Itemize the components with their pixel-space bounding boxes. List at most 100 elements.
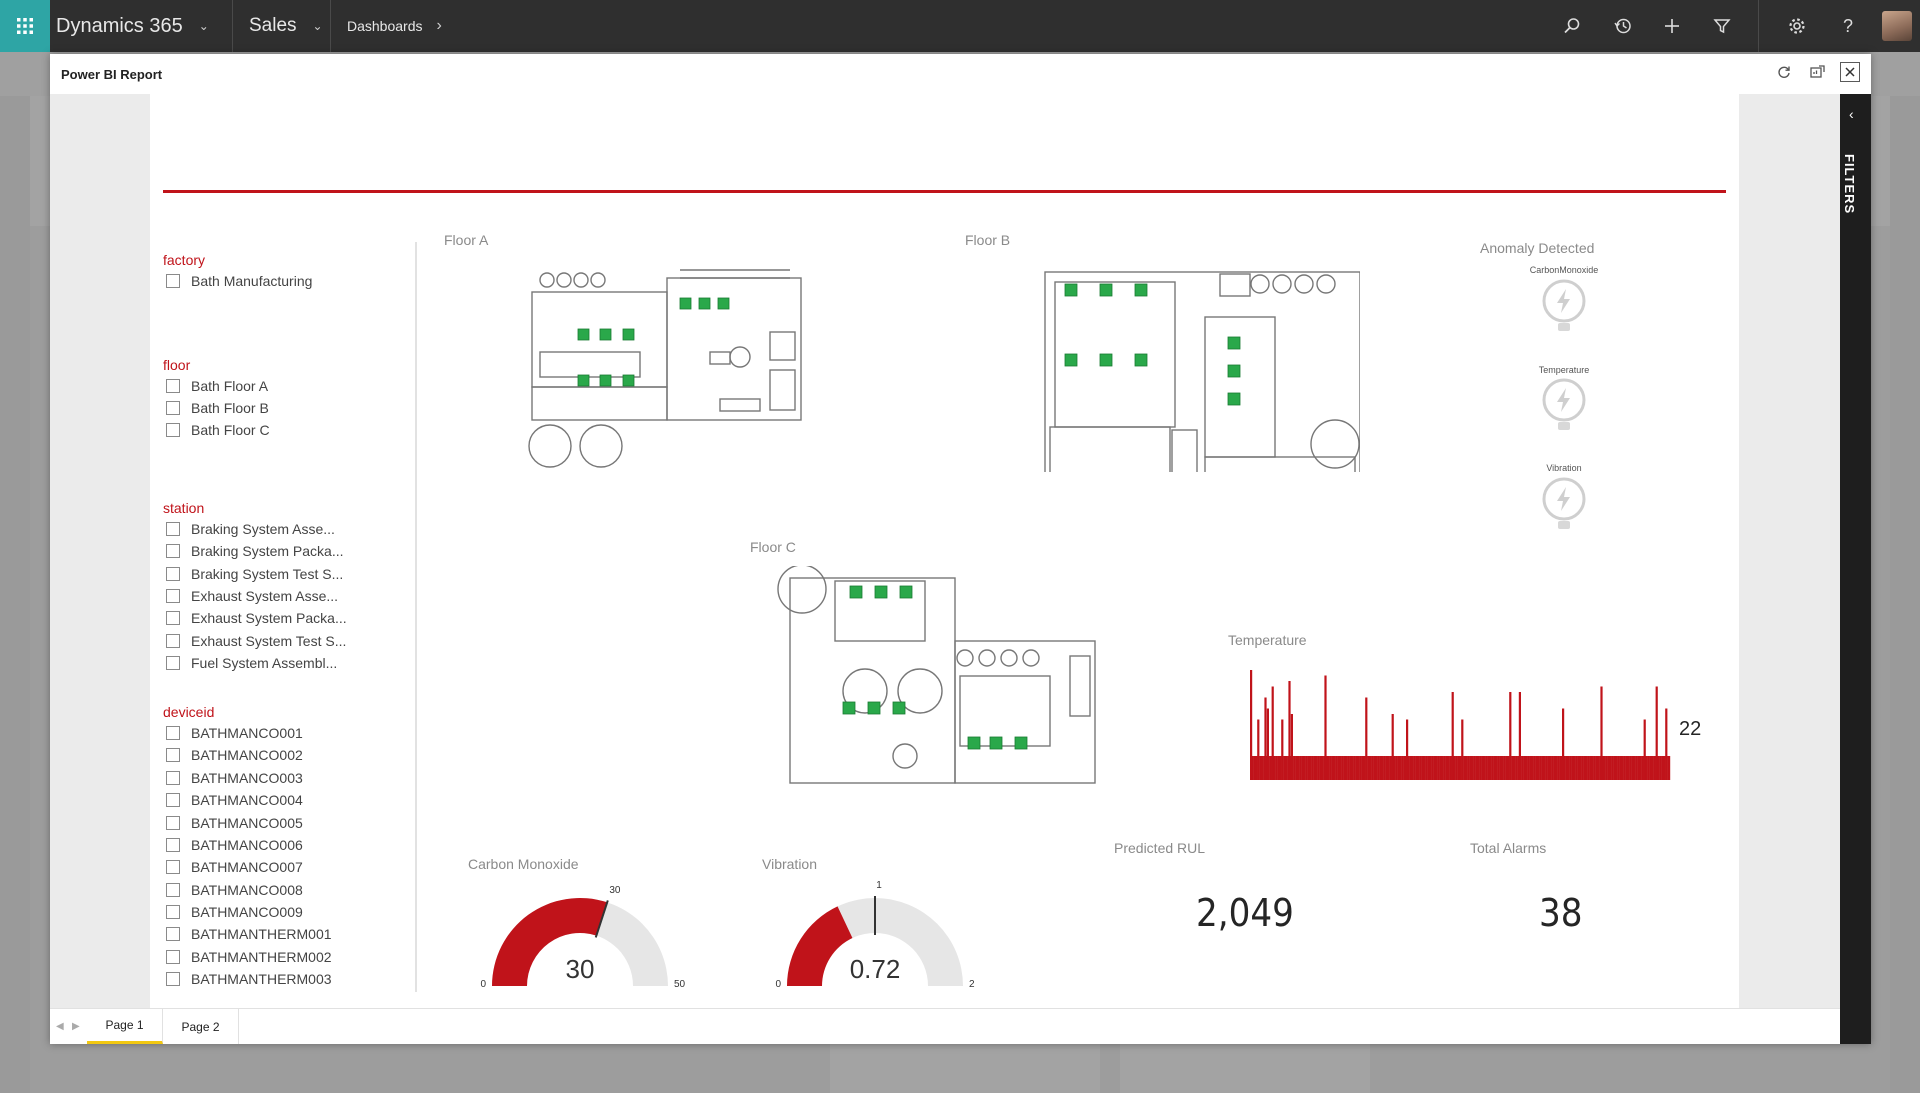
help-button[interactable]: ?	[1836, 14, 1860, 38]
previous-page-icon[interactable]: ◀	[56, 1021, 64, 1032]
temperature-bar	[1496, 756, 1498, 780]
temperature-bar	[1595, 756, 1597, 780]
slicer-item[interactable]: Bath Floor C	[166, 421, 270, 439]
temperature-bar	[1394, 756, 1396, 780]
slicer-item[interactable]: Exhaust System Test S...	[166, 632, 346, 650]
temperature-bar	[1502, 756, 1504, 780]
slicer-item[interactable]: BATHMANTHERM001	[166, 925, 332, 943]
slicer-item[interactable]: BATHMANCO003	[166, 769, 303, 787]
checkbox[interactable]	[166, 274, 180, 288]
open-in-power-bi-button[interactable]	[1807, 62, 1827, 82]
checkbox[interactable]	[166, 567, 180, 581]
search-button[interactable]	[1560, 14, 1584, 38]
slicer-item[interactable]: BATHMANCO001	[166, 724, 303, 742]
checkbox[interactable]	[166, 656, 180, 670]
slicer-item[interactable]: Bath Floor A	[166, 377, 268, 395]
checkbox[interactable]	[166, 423, 180, 437]
checkbox[interactable]	[166, 544, 180, 558]
temperature-bar	[1593, 756, 1595, 780]
slicer-item[interactable]: BATHMANCO006	[166, 836, 303, 854]
temperature-bar-chart[interactable]	[1250, 664, 1672, 782]
slicer-title-floor: floor	[163, 357, 191, 373]
slicer-item[interactable]: Exhaust System Packa...	[166, 609, 347, 627]
temperature-spike-bar	[1264, 697, 1267, 780]
temperature-spike-bar	[1655, 686, 1658, 780]
temperature-bar	[1641, 756, 1643, 780]
temperature-bar	[1373, 756, 1375, 780]
temperature-bar	[1263, 756, 1265, 780]
breadcrumb-dashboards[interactable]: Dashboards ›	[347, 0, 442, 52]
floor-a-title: Floor A	[444, 232, 489, 248]
floor-b-plan[interactable]	[1030, 262, 1360, 472]
temperature-bar	[1552, 756, 1554, 780]
area-switcher[interactable]: Sales ⌄	[249, 0, 323, 52]
temperature-bar	[1418, 756, 1420, 780]
temperature-bar	[1514, 756, 1516, 780]
checkbox[interactable]	[166, 771, 180, 785]
checkbox[interactable]	[166, 905, 180, 919]
tab-page-2[interactable]: Page 2	[163, 1009, 239, 1044]
next-page-icon[interactable]: ▶	[72, 1021, 80, 1032]
slicer-item[interactable]: BATHMANTHERM003	[166, 970, 332, 988]
checkbox[interactable]	[166, 793, 180, 807]
checkbox[interactable]	[166, 860, 180, 874]
recent-button[interactable]	[1611, 14, 1635, 38]
temperature-bar	[1286, 756, 1288, 780]
app-switcher[interactable]: Dynamics 365 ⌄	[56, 0, 209, 52]
temperature-bar	[1438, 756, 1440, 780]
temperature-spike-bar	[1271, 686, 1274, 780]
checkbox[interactable]	[166, 589, 180, 603]
slicer-item[interactable]: Braking System Test S...	[166, 565, 343, 583]
temperature-bar	[1634, 756, 1636, 780]
tab-page-1[interactable]: Page 1	[87, 1009, 163, 1044]
create-button[interactable]	[1660, 14, 1684, 38]
checkbox[interactable]	[166, 401, 180, 415]
temperature-bar	[1626, 756, 1629, 780]
slicer-item[interactable]: BATHMANCO002	[166, 746, 303, 764]
checkbox[interactable]	[166, 883, 180, 897]
checkbox[interactable]	[166, 748, 180, 762]
slicer-item[interactable]: Bath Floor B	[166, 399, 269, 417]
checkbox[interactable]	[166, 522, 180, 536]
checkbox[interactable]	[166, 726, 180, 740]
temperature-bar	[1628, 756, 1630, 780]
carbon-monoxide-gauge[interactable]: 30 0 50 30	[470, 874, 690, 994]
vibration-gauge[interactable]: 0.72 0 2 1	[765, 874, 985, 994]
checkbox[interactable]	[166, 816, 180, 830]
slicer-item[interactable]: BATHMANCO008	[166, 881, 303, 899]
temperature-bar	[1523, 756, 1525, 780]
close-dialog-button[interactable]	[1840, 62, 1860, 82]
checkbox[interactable]	[166, 950, 180, 964]
temperature-bar	[1479, 756, 1481, 780]
floor-a-plan[interactable]	[520, 262, 820, 472]
slicer-item[interactable]: BATHMANCO005	[166, 814, 303, 832]
filters-pane[interactable]: ‹ FILTERS	[1840, 94, 1871, 1044]
slicer-item[interactable]: BATHMANCO007	[166, 858, 303, 876]
checkbox[interactable]	[166, 972, 180, 986]
user-avatar[interactable]	[1882, 11, 1912, 41]
slicer-item[interactable]: Braking System Packa...	[166, 542, 344, 560]
refresh-button[interactable]	[1774, 62, 1794, 82]
slicer-item[interactable]: BATHMANCO009	[166, 903, 303, 921]
slicer-item[interactable]: Braking System Asse...	[166, 520, 335, 538]
checkbox[interactable]	[166, 927, 180, 941]
temperature-bar	[1337, 756, 1339, 780]
settings-button[interactable]	[1785, 14, 1809, 38]
checkbox[interactable]	[166, 838, 180, 852]
advanced-find-button[interactable]	[1710, 14, 1734, 38]
slicer-item[interactable]: Bath Manufacturing	[166, 272, 312, 290]
temperature-bar	[1400, 756, 1402, 780]
slicer-item[interactable]: Exhaust System Asse...	[166, 587, 338, 605]
temperature-bar	[1589, 756, 1591, 780]
checkbox[interactable]	[166, 611, 180, 625]
chevron-left-icon[interactable]: ‹	[1849, 106, 1854, 122]
temperature-bar	[1540, 756, 1542, 780]
checkbox[interactable]	[166, 379, 180, 393]
slicer-item[interactable]: BATHMANCO004	[166, 791, 303, 809]
floor-c-plan[interactable]	[775, 566, 1115, 786]
temperature-bar	[1512, 756, 1515, 780]
checkbox[interactable]	[166, 634, 180, 648]
app-launcher-button[interactable]	[0, 0, 50, 52]
slicer-item[interactable]: Fuel System Assembl...	[166, 654, 337, 672]
slicer-item[interactable]: BATHMANTHERM002	[166, 948, 332, 966]
